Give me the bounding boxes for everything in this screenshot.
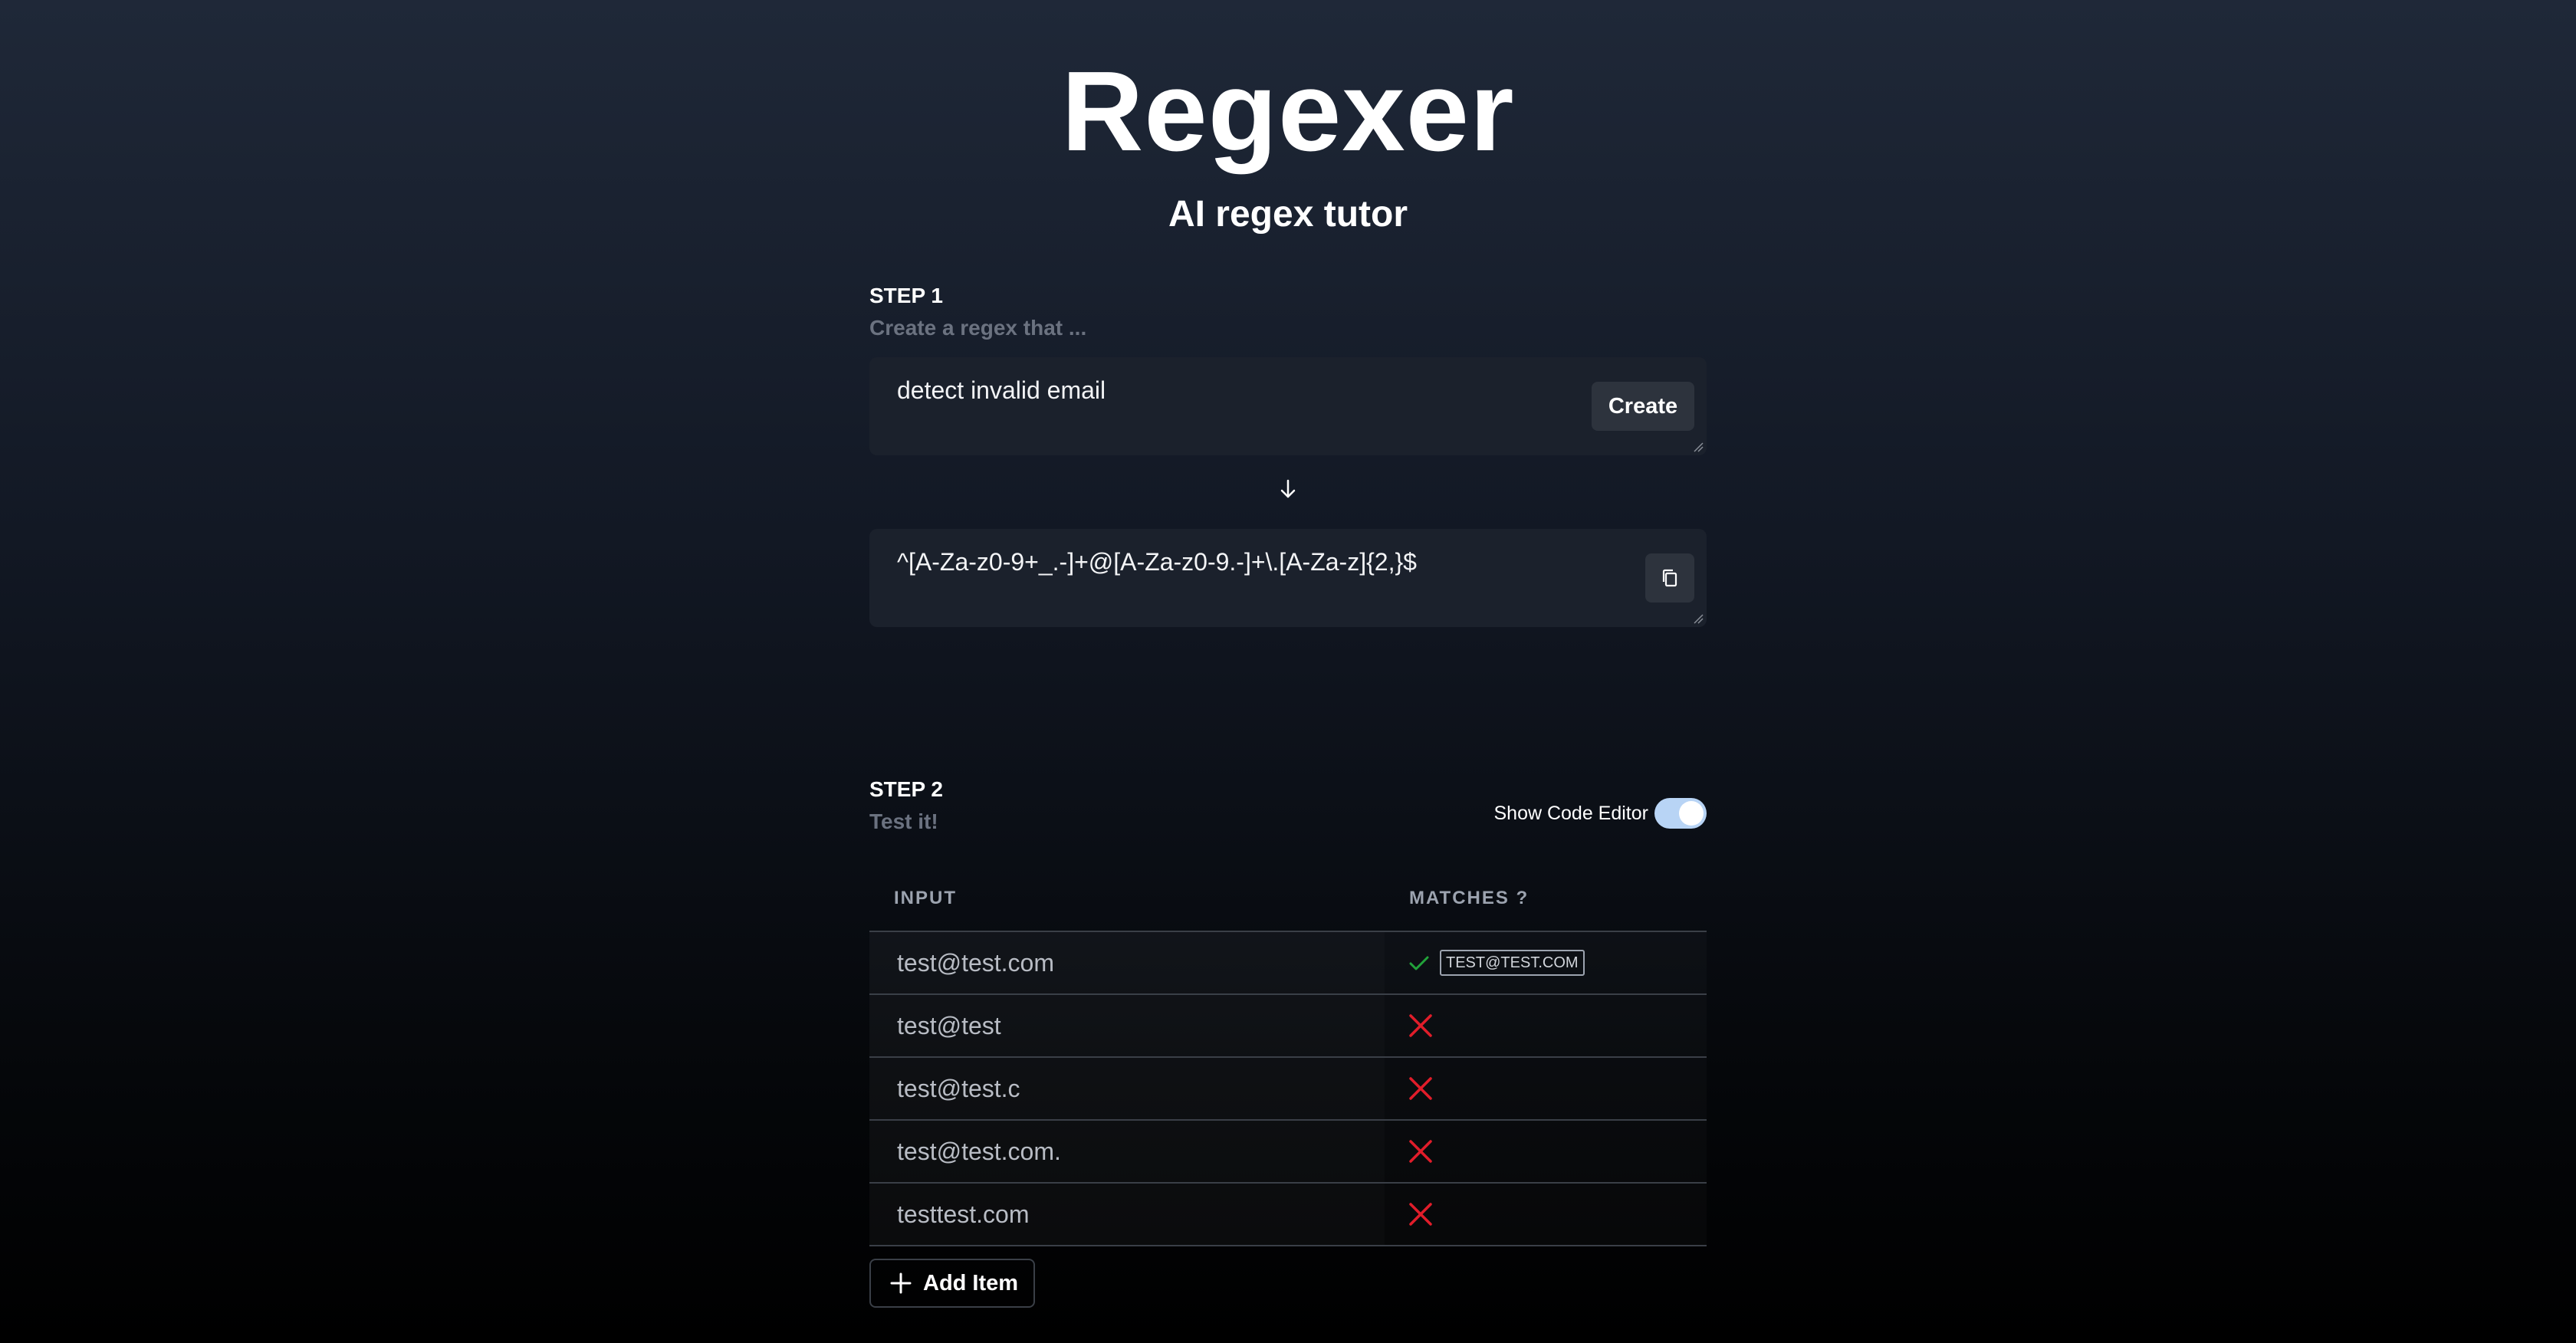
plus-icon — [890, 1272, 912, 1294]
match-cell — [1385, 1121, 1707, 1182]
input-cell[interactable]: test@test.c — [869, 1058, 1385, 1119]
x-mark-icon — [1409, 1077, 1432, 1100]
copy-button[interactable] — [1645, 553, 1694, 603]
toggle-label: Show Code Editor — [1493, 802, 1648, 824]
step2-description: Test it! — [869, 809, 938, 833]
table-header: INPUT MATCHES ? — [869, 866, 1707, 932]
table-row: test@test.com. — [869, 1121, 1707, 1184]
check-icon — [1409, 956, 1429, 970]
code-editor-toggle[interactable] — [1654, 798, 1707, 829]
x-mark-icon — [1409, 1014, 1432, 1037]
match-cell: TEST@TEST.COM — [1385, 932, 1707, 993]
column-header-input: INPUT — [894, 888, 957, 908]
match-cell — [1385, 995, 1707, 1056]
regex-output-field[interactable]: ^[A-Za-z0-9+_.-]+@[A-Za-z0-9.-]+\.[A-Za-… — [869, 529, 1707, 627]
table-row: test@test — [869, 995, 1707, 1058]
toggle-knob — [1679, 801, 1704, 826]
test-table: INPUT MATCHES ? test@test.com TEST@TEST.… — [869, 866, 1707, 1246]
match-cell — [1385, 1184, 1707, 1245]
match-cell — [1385, 1058, 1707, 1119]
app-subtitle: AI regex tutor — [1168, 194, 1408, 235]
regex-prompt-value: detect invalid email — [897, 376, 1106, 404]
step2-label: STEP 2 — [869, 777, 943, 801]
column-header-matches: MATCHES ? — [1409, 888, 1530, 908]
step1-label: STEP 1 — [869, 284, 943, 307]
x-mark-icon — [1409, 1140, 1432, 1163]
regex-output-value: ^[A-Za-z0-9+_.-]+@[A-Za-z0-9.-]+\.[A-Za-… — [897, 548, 1417, 576]
copy-icon — [1662, 569, 1677, 587]
code-editor-toggle-row: Show Code Editor — [1493, 797, 1707, 829]
input-cell[interactable]: testtest.com — [869, 1184, 1385, 1245]
table-row: testtest.com — [869, 1184, 1707, 1246]
app-title: Regexer — [1061, 48, 1515, 175]
regex-prompt-input[interactable]: detect invalid email Create — [869, 357, 1707, 455]
input-cell[interactable]: test@test — [869, 995, 1385, 1056]
match-badge: TEST@TEST.COM — [1440, 950, 1585, 976]
add-item-button[interactable]: Add Item — [869, 1259, 1035, 1308]
table-row: test@test.c — [869, 1058, 1707, 1121]
create-button[interactable]: Create — [1592, 382, 1694, 431]
input-cell[interactable]: test@test.com — [869, 932, 1385, 993]
add-item-label: Add Item — [923, 1270, 1019, 1295]
input-cell[interactable]: test@test.com. — [869, 1121, 1385, 1182]
arrow-down-icon — [1280, 479, 1296, 498]
resize-handle-icon[interactable] — [1693, 442, 1704, 452]
step1-description: Create a regex that ... — [869, 316, 1087, 340]
x-mark-icon — [1409, 1203, 1432, 1226]
resize-handle-icon[interactable] — [1693, 613, 1704, 624]
table-row: test@test.com TEST@TEST.COM — [869, 932, 1707, 995]
